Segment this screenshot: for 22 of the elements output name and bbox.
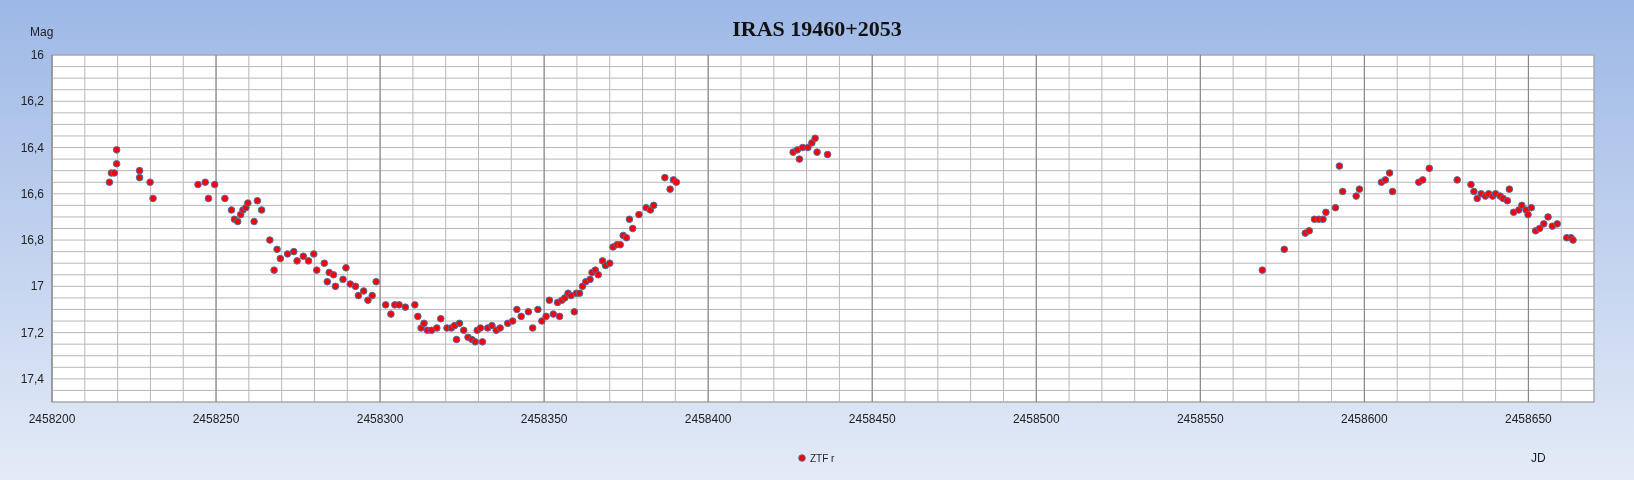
y-tick-label: 16,8 (20, 233, 44, 248)
chart-title: IRAS 19460+2053 (732, 16, 902, 41)
y-tick-label: 16 (30, 48, 44, 62)
y-tick-label: 16,6 (20, 186, 44, 201)
y-tick-label: 16,2 (20, 94, 44, 109)
x-tick-label: 2458450 (848, 412, 896, 426)
legend-label: ZTF r (810, 453, 835, 464)
y-tick-label: 17 (30, 279, 44, 294)
x-tick-label: 2458550 (1176, 412, 1224, 426)
x-tick-label: 2458300 (356, 412, 404, 426)
y-tick-label: 16,4 (20, 140, 44, 155)
y-tick-label: 17,2 (20, 325, 44, 340)
y-axis-title: Mag (30, 25, 54, 39)
x-tick-label: 2458250 (192, 412, 240, 426)
y-tick-label: 17,4 (20, 371, 44, 386)
x-tick-label: 2458600 (1341, 412, 1388, 426)
x-axis-title: JD (1531, 451, 1546, 465)
x-tick-label: 2458400 (684, 412, 732, 426)
x-tick-label: 2458650 (1505, 412, 1552, 426)
x-tick-label: 2458350 (520, 412, 568, 426)
x-tick-label: 2458500 (1012, 412, 1060, 426)
x-tick-label: 2458200 (28, 412, 76, 426)
